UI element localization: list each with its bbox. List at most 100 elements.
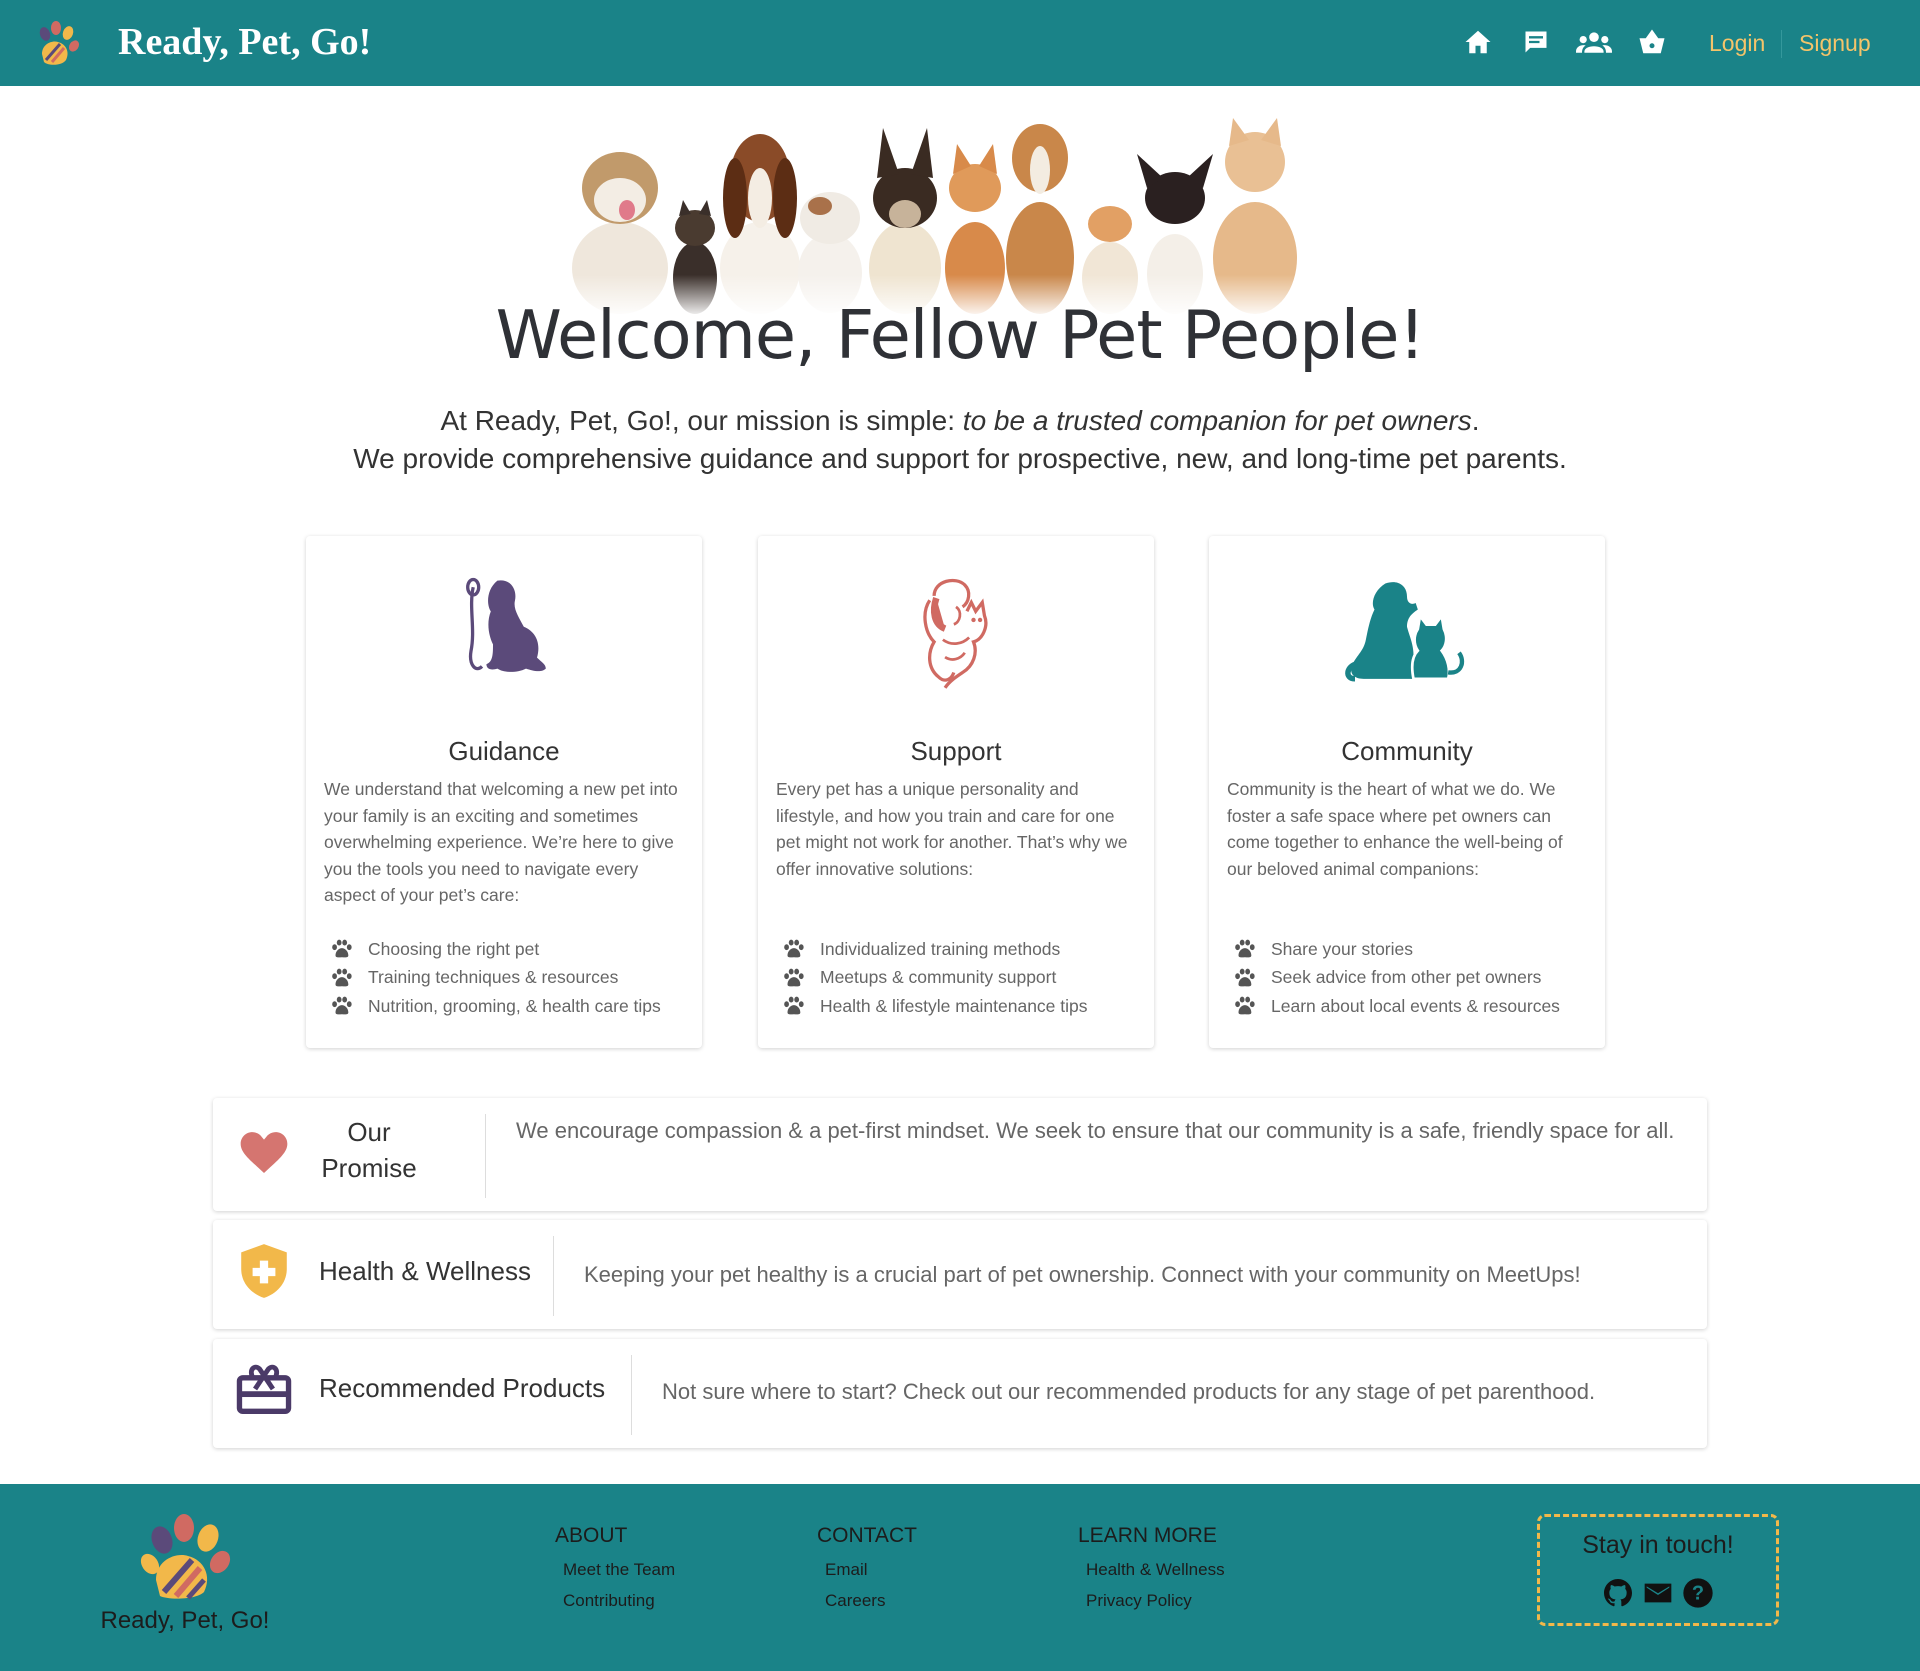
pets-banner-image	[565, 118, 1345, 314]
footer-link-meet-the-team[interactable]: Meet the Team	[563, 1554, 675, 1585]
list-item-text: Training techniques & resources	[368, 967, 619, 988]
paw-icon	[782, 995, 806, 1017]
list-item-text: Learn about local events & resources	[1271, 995, 1560, 1016]
feature-title: Health & Wellness	[319, 1256, 531, 1286]
list-item: Seek advice from other pet owners	[1233, 964, 1560, 993]
list-item-text: Nutrition, grooming, & health care tips	[368, 995, 661, 1016]
mission-line-2: We provide comprehensive guidance and su…	[353, 443, 1567, 474]
feature-title: Our Promise	[309, 1114, 429, 1186]
footer: Ready, Pet, Go! ABOUT Meet the Team Cont…	[0, 1484, 1920, 1671]
feature-text: Not sure where to start? Check out our r…	[662, 1379, 1596, 1404]
list-item: Nutrition, grooming, & health care tips	[330, 992, 661, 1021]
feature-divider	[485, 1114, 486, 1198]
list-item-text: Seek advice from other pet owners	[1271, 967, 1542, 988]
person-hugging-cat-icon	[758, 574, 1154, 694]
feature-text: Keeping your pet healthy is a crucial pa…	[584, 1262, 1581, 1287]
list-item: Learn about local events & resources	[1233, 992, 1560, 1021]
social-icons: ?	[1602, 1577, 1714, 1609]
card-title: Support	[910, 736, 1002, 766]
svg-text:?: ?	[1692, 1583, 1704, 1605]
feature-divider	[631, 1355, 632, 1435]
paw-icon	[330, 967, 354, 989]
card-title: Guidance	[448, 736, 560, 766]
list-item-text: Choosing the right pet	[368, 938, 540, 959]
paw-logo-icon[interactable]	[140, 1512, 232, 1600]
feature-divider	[553, 1236, 554, 1316]
feature-title: Recommended Products	[319, 1373, 606, 1403]
paw-icon	[1233, 995, 1257, 1017]
signup-link[interactable]: Signup	[1799, 30, 1871, 57]
feature-recommended-products: Recommended Products Not sure where to s…	[213, 1339, 1707, 1448]
feature-title-line-1: Our	[347, 1117, 391, 1147]
list-item: Meetups & community support	[782, 964, 1088, 993]
stay-in-touch-box: Stay in touch! ?	[1537, 1514, 1779, 1626]
dog-and-cat-icon	[1209, 574, 1605, 694]
nav-divider	[1781, 30, 1782, 58]
feature-health-wellness: Health & Wellness Keeping your pet healt…	[213, 1220, 1707, 1329]
paw-icon	[782, 967, 806, 989]
feature-text: We encourage compassion & a pet-first mi…	[516, 1118, 1675, 1143]
list-item: Share your stories	[1233, 935, 1560, 964]
feature-our-promise: Our Promise We encourage compassion & a …	[213, 1098, 1707, 1211]
list-item: Training techniques & resources	[330, 964, 661, 993]
footer-link-health-wellness[interactable]: Health & Wellness	[1086, 1554, 1225, 1585]
footer-heading: CONTACT	[817, 1524, 917, 1547]
help-icon[interactable]: ?	[1682, 1577, 1714, 1609]
footer-link-email[interactable]: Email	[825, 1554, 917, 1585]
navbar: Ready, Pet, Go! Login Signup	[0, 0, 1920, 86]
feature-title-line-2: Promise	[321, 1153, 417, 1183]
login-link[interactable]: Login	[1709, 30, 1765, 57]
paw-icon	[1233, 967, 1257, 989]
paw-icon	[330, 995, 354, 1017]
footer-link-careers[interactable]: Careers	[825, 1585, 917, 1616]
paw-icon	[1233, 938, 1257, 960]
list-item: Individualized training methods	[782, 935, 1088, 964]
card-description: Community is the heart of what we do. We…	[1227, 779, 1563, 879]
people-icon[interactable]	[1576, 24, 1612, 60]
card-list: Choosing the right pet Training techniqu…	[330, 935, 661, 1021]
gift-card-icon	[235, 1361, 293, 1422]
card-community: Community Community is the heart of what…	[1209, 536, 1605, 1048]
chat-icon[interactable]	[1518, 24, 1554, 60]
mission-emphasis: to be a trusted companion for pet owners	[962, 405, 1472, 436]
nav-icon-group	[1460, 24, 1670, 60]
card-list: Individualized training methods Meetups …	[782, 935, 1088, 1021]
home-icon[interactable]	[1460, 24, 1496, 60]
basket-icon[interactable]	[1634, 24, 1670, 60]
card-list: Share your stories Seek advice from othe…	[1233, 935, 1560, 1021]
mission-prefix: At Ready, Pet, Go!, our mission is simpl…	[440, 405, 963, 436]
mission-statement: At Ready, Pet, Go!, our mission is simpl…	[0, 402, 1920, 478]
footer-link-contributing[interactable]: Contributing	[563, 1585, 675, 1616]
card-description: We understand that welcoming a new pet i…	[324, 779, 678, 905]
stay-in-touch-title: Stay in touch!	[1582, 1531, 1734, 1559]
footer-contact-column: CONTACT Email Careers	[817, 1524, 917, 1616]
heart-icon	[235, 1124, 293, 1185]
paw-logo-icon[interactable]	[34, 20, 80, 66]
footer-learn-more-column: LEARN MORE Health & Wellness Privacy Pol…	[1078, 1524, 1225, 1616]
list-item-text: Meetups & community support	[820, 967, 1057, 988]
footer-brand: Ready, Pet, Go!	[100, 1607, 270, 1634]
list-item-text: Share your stories	[1271, 938, 1414, 959]
list-item-text: Health & lifestyle maintenance tips	[820, 995, 1088, 1016]
dog-leash-icon	[306, 574, 702, 694]
list-item: Health & lifestyle maintenance tips	[782, 992, 1088, 1021]
list-item-text: Individualized training methods	[820, 938, 1061, 959]
card-support: Support Every pet has a unique personali…	[758, 536, 1154, 1048]
shield-plus-icon	[239, 1242, 289, 1305]
paw-icon	[330, 938, 354, 960]
mail-icon[interactable]	[1642, 1577, 1674, 1609]
card-guidance: Guidance We understand that welcoming a …	[306, 536, 702, 1048]
card-title: Community	[1341, 736, 1473, 766]
footer-heading: ABOUT	[555, 1524, 628, 1547]
footer-heading: LEARN MORE	[1078, 1524, 1217, 1547]
mission-line-1: At Ready, Pet, Go!, our mission is simpl…	[0, 402, 1920, 440]
list-item: Choosing the right pet	[330, 935, 661, 964]
hero-title: Welcome, Fellow Pet People!	[495, 296, 1426, 374]
paw-icon	[782, 938, 806, 960]
mission-suffix: .	[1471, 405, 1480, 436]
brand-title[interactable]: Ready, Pet, Go!	[118, 20, 371, 64]
github-icon[interactable]	[1602, 1577, 1634, 1609]
card-description: Every pet has a unique personality and l…	[776, 779, 1128, 879]
footer-link-privacy-policy[interactable]: Privacy Policy	[1086, 1585, 1225, 1616]
footer-about-column: ABOUT Meet the Team Contributing	[555, 1524, 675, 1616]
